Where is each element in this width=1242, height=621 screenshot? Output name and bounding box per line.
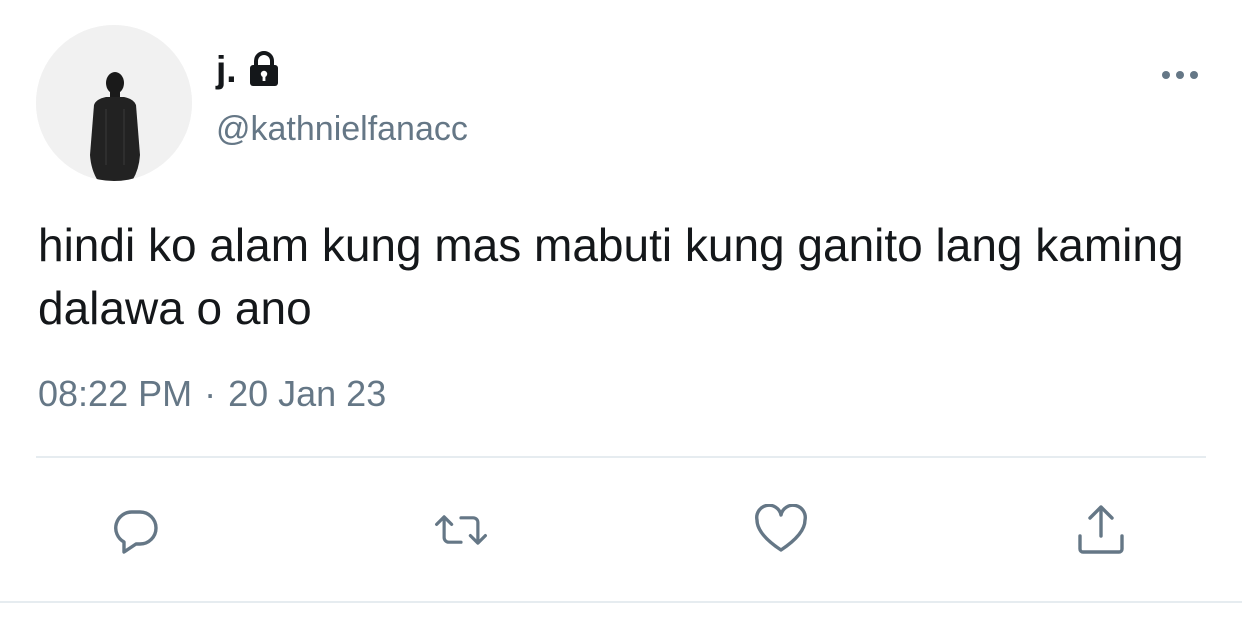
bottom-divider bbox=[0, 601, 1242, 603]
handle[interactable]: @kathnielfanacc bbox=[216, 112, 468, 146]
action-bar bbox=[0, 500, 1242, 560]
reply-button[interactable] bbox=[106, 500, 166, 560]
avatar-silhouette-icon bbox=[36, 25, 192, 181]
more-options-button[interactable] bbox=[1150, 60, 1210, 90]
reply-icon bbox=[114, 510, 158, 554]
share-icon bbox=[1078, 505, 1124, 554]
tweet-time: 08:22 PM bbox=[38, 373, 193, 414]
heart-icon bbox=[755, 504, 807, 552]
divider bbox=[36, 456, 1206, 458]
display-name[interactable]: j. bbox=[216, 51, 237, 88]
timestamp[interactable]: 08:22 PM · 20 Jan 23 bbox=[38, 376, 386, 412]
retweet-icon bbox=[435, 515, 487, 545]
lock-icon bbox=[247, 50, 281, 88]
retweet-button[interactable] bbox=[431, 500, 491, 560]
timestamp-separator: · bbox=[204, 373, 217, 414]
share-button[interactable] bbox=[1071, 500, 1131, 560]
tweet-text: hindi ko alam kung mas mabuti kung ganit… bbox=[38, 219, 1184, 334]
like-button[interactable] bbox=[751, 500, 811, 560]
display-name-row: j. bbox=[216, 44, 281, 94]
avatar[interactable] bbox=[36, 25, 192, 181]
more-options-icon bbox=[1162, 71, 1198, 79]
tweet-date: 20 Jan 23 bbox=[228, 373, 387, 414]
